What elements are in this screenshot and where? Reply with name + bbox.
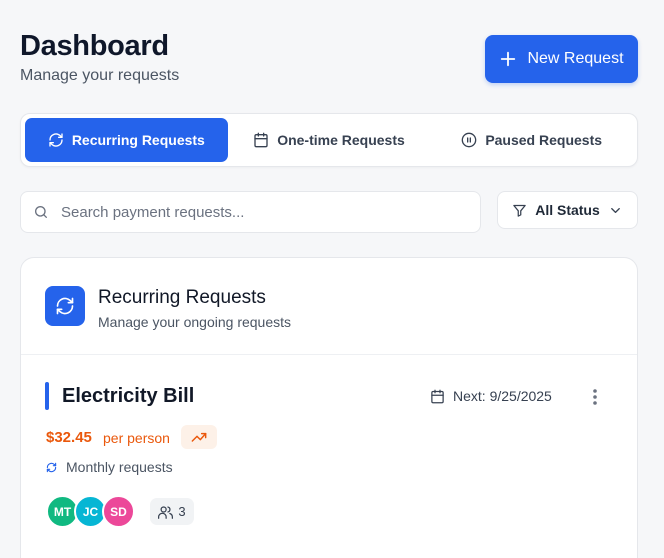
request-tabs: Recurring Requests One-time Requests Pau… [20,113,638,167]
section-subtitle: Manage your ongoing requests [98,314,292,330]
tab-label: Recurring Requests [71,132,205,148]
tab-paused[interactable]: Paused Requests [430,118,633,162]
users-icon [158,505,174,519]
recurring-requests-card: Recurring Requests Manage your ongoing r… [20,257,638,558]
chevron-down-icon [610,207,620,213]
next-date: Next: 9/25/2025 [430,388,552,404]
more-options-button[interactable] [585,385,605,409]
plus-icon [501,51,516,67]
search-icon [35,206,47,218]
request-item[interactable]: Electricity Bill Next: 9/25/2025 $32.45 … [21,355,637,555]
tab-recurring[interactable]: Recurring Requests [25,118,228,162]
status-filter-dropdown[interactable]: All Status [497,191,638,229]
refresh-icon [46,462,57,472]
page-header: Dashboard Manage your requests New Reque… [20,30,638,86]
trend-badge [181,425,217,449]
item-accent-bar [45,382,49,410]
refresh-icon [56,297,74,315]
status-filter-label: All Status [535,202,600,218]
tab-label: One-time Requests [277,132,405,148]
search-box [20,191,481,233]
participant-count-badge: 3 [150,498,194,525]
amount: $32.45 [46,429,92,446]
avatar[interactable]: SD [102,495,135,528]
tab-label: Paused Requests [485,132,603,148]
next-date-label: Next: 9/25/2025 [453,388,552,404]
tab-one-time[interactable]: One-time Requests [228,118,431,162]
filter-icon [513,204,526,217]
new-request-button[interactable]: New Request [485,35,638,83]
trending-up-icon [191,432,207,442]
search-input[interactable] [61,203,461,221]
pause-circle-icon [461,132,477,148]
refresh-icon [49,133,63,147]
section-title: Recurring Requests [98,287,266,308]
frequency-label: Monthly requests [66,459,173,475]
frequency: Monthly requests [46,459,173,475]
participant-avatars: MT JC SD [46,495,135,528]
amount-unit: per person [103,430,170,446]
participant-count: 3 [178,504,186,519]
calendar-icon [431,389,444,403]
card-header: Recurring Requests Manage your ongoing r… [21,258,637,355]
new-request-label: New Request [527,50,624,67]
more-vertical-icon [593,389,597,405]
request-name: Electricity Bill [62,385,195,407]
section-icon-tile [45,286,85,326]
calendar-icon [254,132,268,148]
